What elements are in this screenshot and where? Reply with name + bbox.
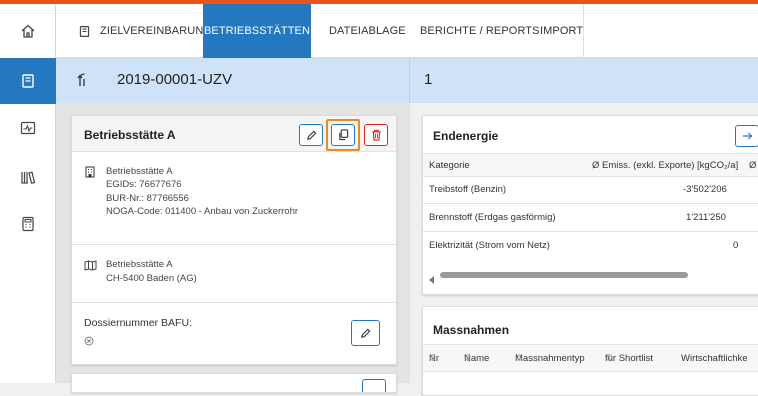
cell-kategorie: Treibstoff (Benzin) (429, 184, 507, 195)
pencil-icon (306, 130, 316, 140)
column-header[interactable]: Ø Emiss. (exkl. Exporte) [kgCO₂/a] (592, 160, 738, 171)
rail-chart[interactable] (0, 113, 56, 143)
site-noga: NOGA-Code: 011400 - Anbau von Zuckerrohr (106, 206, 299, 217)
notebook-icon (79, 25, 90, 37)
endenergie-card: Endenergie Kategorie Ø Emiss. (exkl. Exp… (422, 115, 758, 295)
arrow-right-icon (742, 132, 752, 140)
sort-icon: ⇕ (515, 353, 523, 364)
section-divider (72, 302, 396, 303)
dossier-id: 2019-00001-UZV (117, 71, 233, 88)
endenergie-title: Endenergie (433, 129, 499, 143)
tab-label: DATEIABLAGE (329, 25, 406, 37)
site-bur: BUR-Nr.: 87766556 (106, 193, 189, 204)
row-divider (423, 231, 758, 232)
address-name: Betriebsstätte A (106, 259, 173, 270)
tab-dateiablage[interactable]: DATEIABLAGE (329, 4, 406, 58)
dossier-header: 2019-00001-UZV (56, 58, 410, 103)
betriebsstaette-card: Betriebsstätte A Betriebsstätte A EGIDs:… (71, 115, 397, 365)
table-header: Nr ⇕ Name ⇕ Massnahmentyp ⇕ für Shortlis… (423, 344, 758, 372)
map-icon (84, 260, 97, 271)
copy-button-highlight (326, 119, 360, 151)
table-row: Brennstoff (Erdgas gasförmig) 1'211'250 (423, 212, 758, 232)
tab-label: BERICHTE / REPORTS (420, 25, 540, 37)
tab-label: BETRIEBSSTÄTTEN (203, 25, 311, 37)
column-label: Massnahmentyp (515, 353, 585, 364)
site-name: Betriebsstätte A (106, 166, 173, 177)
home-icon (21, 24, 35, 38)
column-header[interactable]: Ø (749, 160, 756, 171)
navigate-button[interactable] (735, 125, 758, 147)
column-header[interactable]: Wirtschaftlichke (681, 353, 748, 364)
cell-kategorie: Brennstoff (Erdgas gasförmig) (429, 212, 556, 223)
delete-button[interactable] (364, 124, 388, 146)
top-navigation: ZIELVEREINBARUNG BETRIEBSSTÄTTEN DATEIAB… (56, 4, 758, 58)
caret-left-icon (429, 276, 434, 284)
notebook-icon (22, 74, 34, 88)
cell-value: 0 (733, 240, 739, 251)
massnahmen-title: Massnahmen (433, 323, 510, 337)
table-header: Kategorie Ø Emiss. (exkl. Exporte) [kgCO… (423, 153, 758, 177)
trash-icon (371, 129, 381, 141)
cell-value: -3'502'206 (683, 184, 727, 195)
edit-dossier-button[interactable] (351, 320, 380, 346)
section-divider (72, 244, 396, 245)
sort-icon: ⇕ (464, 353, 472, 364)
horizontal-scrollbar-thumb[interactable] (440, 272, 688, 278)
pencil-icon (361, 328, 371, 338)
sort-icon: ⇕ (429, 353, 437, 364)
rail-home[interactable] (0, 4, 56, 58)
edit-button[interactable] (299, 124, 323, 146)
column-header[interactable]: Kategorie (429, 160, 470, 171)
rail-calculator[interactable] (0, 209, 56, 239)
building-icon (85, 166, 95, 178)
clear-circle-icon[interactable] (84, 336, 94, 346)
rail-books[interactable] (0, 162, 56, 192)
next-card-button[interactable] (362, 379, 386, 392)
table-row: Treibstoff (Benzin) -3'502'206 (423, 184, 758, 204)
tab-betriebsstaetten[interactable]: BETRIEBSSTÄTTEN (203, 4, 311, 58)
tab-label: IMPORT (540, 25, 584, 37)
header-value: 1 (424, 71, 433, 88)
rail-notebook[interactable] (0, 58, 56, 104)
address-city: CH-5400 Baden (AG) (106, 273, 197, 284)
next-card (71, 373, 397, 393)
calculator-icon (22, 216, 34, 232)
row-divider (423, 203, 758, 204)
chart-icon (20, 121, 36, 135)
table-row: Elektrizität (Strom vom Netz) 0 (423, 240, 758, 260)
site-egid: EGIDs: 76677676 (106, 179, 182, 190)
left-rail (0, 4, 56, 383)
left-panel: Betriebsstätte A Betriebsstätte A EGIDs:… (56, 103, 410, 393)
sort-icon: ⇕ (605, 353, 613, 364)
nav-divider (583, 4, 584, 58)
tab-label: ZIELVEREINBARUNG (100, 25, 213, 37)
tab-import[interactable]: IMPORT (540, 4, 583, 58)
tab-berichte-reports[interactable]: BERICHTE / REPORTS (420, 4, 540, 58)
books-icon (21, 171, 36, 184)
right-panel: Endenergie Kategorie Ø Emiss. (exkl. Exp… (410, 103, 758, 396)
tab-zielvereinbarung[interactable]: ZIELVEREINBARUNG (78, 4, 212, 58)
card-title: Betriebsstätte A (84, 128, 176, 142)
scroll-left-arrow[interactable] (429, 271, 439, 284)
back-arrow-icon[interactable] (76, 72, 90, 88)
cell-kategorie: Elektrizität (Strom vom Netz) (429, 240, 550, 251)
right-header: 1 (410, 58, 758, 103)
dossier-bafu-label: Dossiernummer BAFU: (84, 317, 192, 329)
cell-value: 1'211'250 (686, 212, 726, 223)
